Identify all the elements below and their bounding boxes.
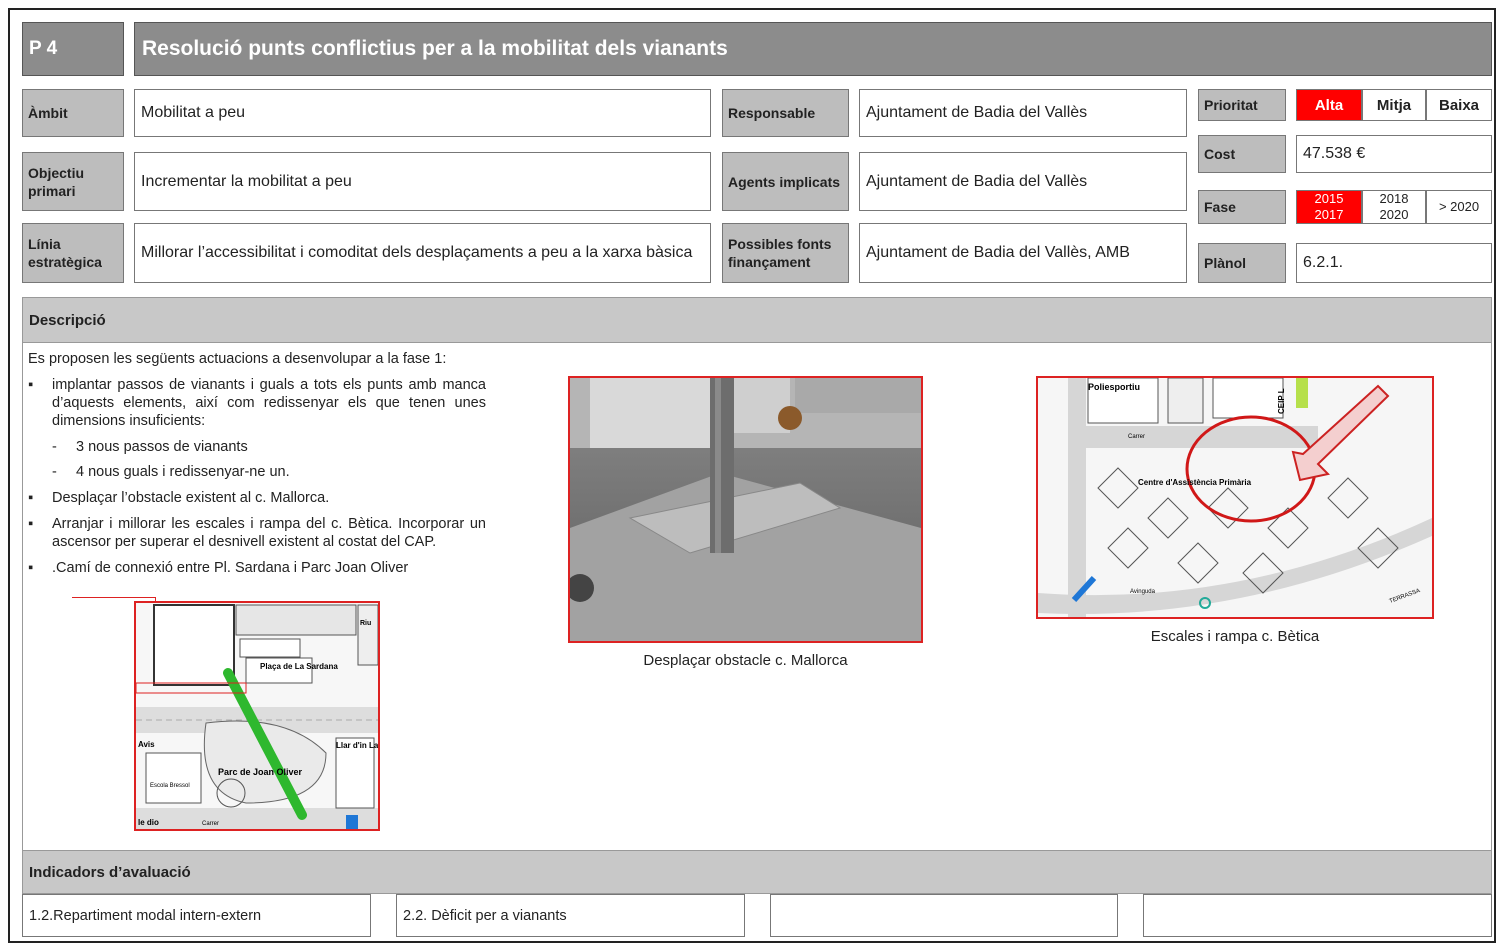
escales-map-drawing: Poliesportiu CEIP L Centre d'Assistència… [1038, 378, 1432, 617]
objectiu-value: Incrementar la mobilitat a peu [134, 152, 711, 211]
bullet-icon: ▪ [28, 560, 34, 576]
carrer-label: Carrer [1128, 434, 1145, 440]
prioritat-mitja: Mitja [1362, 89, 1426, 121]
fase-2015-2017: 2015 2017 [1296, 190, 1362, 224]
page-title: Resolució punts conflictius per a la mob… [134, 22, 1492, 76]
plaça-sardana-label: Plaça de La Sardana [260, 662, 338, 671]
objectiu-label: Objectiu primari [22, 152, 124, 211]
avis-label: Avis [138, 740, 155, 749]
indicador-3 [770, 894, 1118, 937]
dash-icon: - [52, 439, 57, 455]
fase-2018-2020: 2018 2020 [1362, 190, 1426, 224]
cap-label: Centre d'Assistència Primària [1138, 478, 1252, 487]
cami-map-drawing: Plaça de La Sardana Parc de Joan Oliver … [136, 603, 378, 829]
cami-connexio-map: Plaça de La Sardana Parc de Joan Oliver … [134, 601, 380, 831]
fase-label: Fase [1198, 190, 1286, 224]
descripcio-header: Descripció [22, 297, 1492, 343]
ambit-value: Mobilitat a peu [134, 89, 711, 137]
indicador-4 [1143, 894, 1492, 937]
parc-joan-oliver-label: Parc de Joan Oliver [218, 767, 303, 777]
map-caption: Escales i rampa c. Bètica [1150, 628, 1320, 645]
llar-label: Llar d'in La Mai [336, 741, 378, 750]
prioritat-alta: Alta [1296, 89, 1362, 121]
sub-list-item: - 4 nous guals i redissenyar-ne un. [52, 464, 290, 480]
indicador-1: 1.2.Repartiment modal intern-extern [22, 894, 371, 937]
planol-value: 6.2.1. [1296, 243, 1492, 283]
responsable-value: Ajuntament de Badia del Vallès [859, 89, 1187, 137]
riu-label: Riu [360, 620, 371, 627]
dash-icon: - [52, 464, 57, 480]
escola-label: Escola Bressol [150, 783, 190, 789]
bullet-icon: ▪ [28, 490, 34, 506]
poliesportiu-label: Poliesportiu [1088, 382, 1140, 392]
prioritat-baixa: Baixa [1426, 89, 1492, 121]
bullet-icon: ▪ [28, 516, 34, 532]
avinguda-label: Avinguda [1130, 589, 1156, 595]
cost-value: 47.538 € [1296, 135, 1492, 173]
fonts-value: Ajuntament de Badia del Vallès, AMB [859, 223, 1187, 283]
plan-code: P 4 [22, 22, 124, 76]
photo-caption: Desplaçar obstacle c. Mallorca [643, 652, 848, 669]
obstacle-photo [568, 376, 923, 643]
responsable-label: Responsable [722, 89, 849, 137]
descripcio-text: Es proposen les següents actuacions a de… [28, 350, 486, 577]
escales-map: Poliesportiu CEIP L Centre d'Assistència… [1036, 376, 1434, 619]
list-item: ▪ Arranjar i millorar les escales i ramp… [28, 516, 486, 550]
ceip-label: CEIP L [1277, 388, 1286, 414]
linia-label: Línia estratègica [22, 223, 124, 283]
carrer-label: Carrer [202, 821, 219, 827]
indicadors-header: Indicadors d’avaluació [22, 850, 1492, 894]
list-item: ▪ implantar passos de vianants i guals a… [28, 377, 486, 429]
fase-2020-plus: > 2020 [1426, 190, 1492, 224]
list-item: ▪ .Camí de connexió entre Pl. Sardana i … [28, 560, 409, 576]
bullet-icon: ▪ [28, 377, 34, 393]
indicador-2: 2.2. Dèficit per a vianants [396, 894, 745, 937]
agents-value: Ajuntament de Badia del Vallès [859, 152, 1187, 211]
list-item: ▪ Desplaçar l’obstacle existent al c. Ma… [28, 490, 330, 506]
prioritat-label: Prioritat [1198, 89, 1286, 121]
agents-label: Agents implicats [722, 152, 849, 211]
ledio-label: le dio [138, 818, 159, 827]
sub-list-item: - 3 nous passos de vianants [52, 439, 248, 455]
descripcio-intro: Es proposen les següents actuacions a de… [28, 351, 447, 367]
ambit-label: Àmbit [22, 89, 124, 137]
linia-value: Millorar l’accessibilitat i comoditat de… [134, 223, 711, 283]
fonts-label: Possibles fonts finançament [722, 223, 849, 283]
planol-label: Plànol [1198, 243, 1286, 283]
cost-label: Cost [1198, 135, 1286, 173]
obstacle-photo-drawing [570, 378, 921, 641]
